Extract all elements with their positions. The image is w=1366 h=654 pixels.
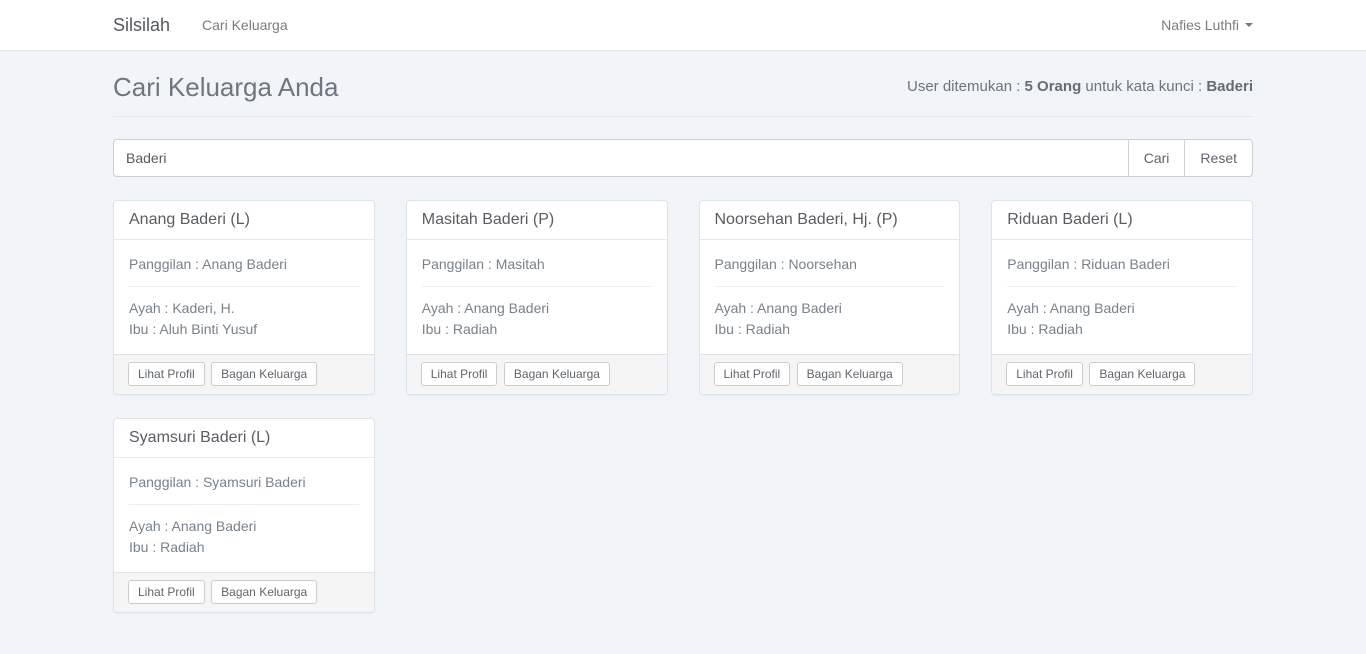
person-card-body: Panggilan : Riduan Baderi Ayah : Anang B… xyxy=(992,240,1252,354)
person-father-line: Ayah : Anang Baderi xyxy=(1007,298,1237,319)
person-card-footer: Lihat Profil Bagan Keluarga xyxy=(992,354,1252,394)
card-divider xyxy=(129,286,359,287)
person-mother-line: Ibu : Radiah xyxy=(422,319,652,340)
person-card-footer: Lihat Profil Bagan Keluarga xyxy=(700,354,960,394)
person-mother-line: Ibu : Radiah xyxy=(129,537,359,558)
card-divider xyxy=(129,504,359,505)
result-count: 5 Orang xyxy=(1025,78,1082,95)
search-input[interactable] xyxy=(113,139,1129,177)
person-card: Syamsuri Baderi (L) Panggilan : Syamsuri… xyxy=(113,418,375,613)
family-chart-button[interactable]: Bagan Keluarga xyxy=(504,362,610,386)
person-card: Riduan Baderi (L) Panggilan : Riduan Bad… xyxy=(991,200,1253,395)
person-card-body: Panggilan : Syamsuri Baderi Ayah : Anang… xyxy=(114,458,374,572)
page-header: Cari Keluarga Anda User ditemukan : 5 Or… xyxy=(113,72,1253,117)
result-middle: untuk kata kunci : xyxy=(1081,78,1206,95)
page-title: Cari Keluarga Anda xyxy=(113,72,338,102)
card-divider xyxy=(715,286,945,287)
person-card-footer: Lihat Profil Bagan Keluarga xyxy=(407,354,667,394)
user-dropdown[interactable]: Nafies Luthfi xyxy=(1161,17,1253,33)
person-card-title: Riduan Baderi (L) xyxy=(992,201,1252,240)
person-nickname-line: Panggilan : Syamsuri Baderi xyxy=(129,472,359,493)
person-card: Noorsehan Baderi, Hj. (P) Panggilan : No… xyxy=(699,200,961,395)
family-chart-button[interactable]: Bagan Keluarga xyxy=(211,362,317,386)
brand-link[interactable]: Silsilah xyxy=(113,15,170,36)
person-card-body: Panggilan : Anang Baderi Ayah : Kaderi, … xyxy=(114,240,374,354)
results-grid: Anang Baderi (L) Panggilan : Anang Bader… xyxy=(113,200,1253,613)
person-card-footer: Lihat Profil Bagan Keluarga xyxy=(114,354,374,394)
person-nickname-line: Panggilan : Riduan Baderi xyxy=(1007,254,1237,275)
person-card-body: Panggilan : Masitah Ayah : Anang Baderi … xyxy=(407,240,667,354)
family-chart-button[interactable]: Bagan Keluarga xyxy=(797,362,903,386)
navbar-container: Silsilah Cari Keluarga Nafies Luthfi xyxy=(98,0,1268,50)
person-card-footer: Lihat Profil Bagan Keluarga xyxy=(114,572,374,612)
person-mother-line: Ibu : Radiah xyxy=(1007,319,1237,340)
view-profile-button[interactable]: Lihat Profil xyxy=(128,580,205,604)
person-nickname-line: Panggilan : Noorsehan xyxy=(715,254,945,275)
reset-button[interactable]: Reset xyxy=(1184,139,1253,177)
search-result-summary: User ditemukan : 5 Orang untuk kata kunc… xyxy=(907,78,1253,95)
view-profile-button[interactable]: Lihat Profil xyxy=(714,362,791,386)
person-nickname-line: Panggilan : Masitah xyxy=(422,254,652,275)
card-divider xyxy=(1007,286,1237,287)
person-card: Masitah Baderi (P) Panggilan : Masitah A… xyxy=(406,200,668,395)
user-name: Nafies Luthfi xyxy=(1161,17,1239,33)
family-chart-button[interactable]: Bagan Keluarga xyxy=(211,580,317,604)
person-nickname-line: Panggilan : Anang Baderi xyxy=(129,254,359,275)
person-card-title: Syamsuri Baderi (L) xyxy=(114,419,374,458)
person-card-title: Noorsehan Baderi, Hj. (P) xyxy=(700,201,960,240)
person-father-line: Ayah : Anang Baderi xyxy=(422,298,652,319)
top-navbar: Silsilah Cari Keluarga Nafies Luthfi xyxy=(0,0,1366,51)
view-profile-button[interactable]: Lihat Profil xyxy=(421,362,498,386)
main-content: Cari Keluarga Anda User ditemukan : 5 Or… xyxy=(98,51,1268,613)
person-father-line: Ayah : Anang Baderi xyxy=(129,516,359,537)
person-card: Anang Baderi (L) Panggilan : Anang Bader… xyxy=(113,200,375,395)
person-father-line: Ayah : Kaderi, H. xyxy=(129,298,359,319)
person-card-title: Masitah Baderi (P) xyxy=(407,201,667,240)
card-divider xyxy=(422,286,652,287)
result-prefix: User ditemukan : xyxy=(907,78,1025,95)
result-keyword: Baderi xyxy=(1206,78,1253,95)
family-chart-button[interactable]: Bagan Keluarga xyxy=(1089,362,1195,386)
search-bar: Cari Reset xyxy=(113,139,1253,177)
person-mother-line: Ibu : Aluh Binti Yusuf xyxy=(129,319,359,340)
person-father-line: Ayah : Anang Baderi xyxy=(715,298,945,319)
person-mother-line: Ibu : Radiah xyxy=(715,319,945,340)
person-card-body: Panggilan : Noorsehan Ayah : Anang Bader… xyxy=(700,240,960,354)
nav-item-cari-keluarga[interactable]: Cari Keluarga xyxy=(188,17,302,33)
search-button[interactable]: Cari xyxy=(1128,139,1186,177)
view-profile-button[interactable]: Lihat Profil xyxy=(1006,362,1083,386)
view-profile-button[interactable]: Lihat Profil xyxy=(128,362,205,386)
caret-down-icon xyxy=(1245,23,1253,27)
person-card-title: Anang Baderi (L) xyxy=(114,201,374,240)
